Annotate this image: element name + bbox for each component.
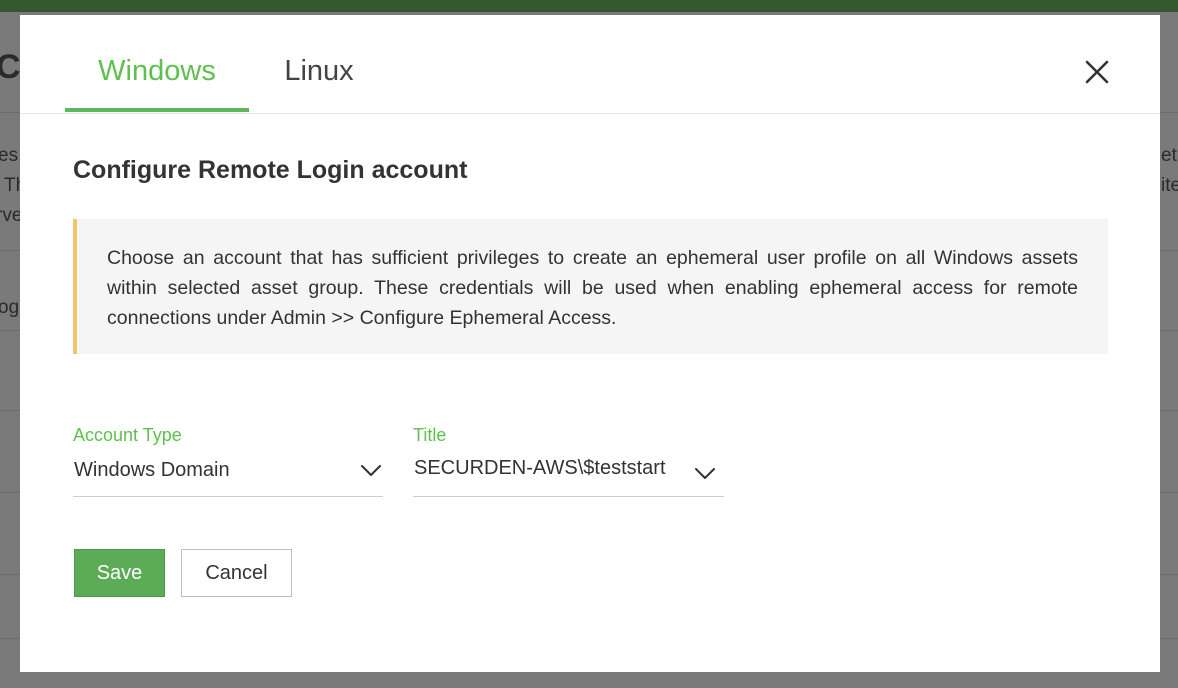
close-button[interactable] <box>1080 55 1114 89</box>
cancel-button[interactable]: Cancel <box>181 549 292 597</box>
title-select[interactable]: SECURDEN-AWS\$teststart <box>413 451 724 497</box>
account-type-label: Account Type <box>73 425 182 445</box>
background-text-fragment: es <box>0 145 19 166</box>
title-value: SECURDEN-AWS\$teststart <box>414 457 666 479</box>
remote-login-modal: Windows Linux Configure Remote Login acc… <box>20 15 1160 672</box>
tab-bar: Windows Linux <box>20 15 1160 114</box>
account-type-value: Windows Domain <box>74 459 230 481</box>
tab-windows[interactable]: Windows <box>65 55 249 88</box>
title-label: Title <box>413 425 447 445</box>
background-text-fragment: ite <box>1161 175 1178 196</box>
top-bar <box>0 0 1178 12</box>
info-callout: Choose an account that has sufficient pr… <box>73 219 1108 354</box>
save-button[interactable]: Save <box>74 549 165 597</box>
background-text-fragment: et <box>1161 145 1177 166</box>
info-text: Choose an account that has sufficient pr… <box>107 247 1078 329</box>
tab-linux[interactable]: Linux <box>269 55 369 88</box>
modal-title: Configure Remote Login account <box>73 156 468 184</box>
active-tab-indicator <box>65 108 249 112</box>
close-icon <box>1085 60 1109 84</box>
account-type-select[interactable]: Windows Domain <box>73 451 383 497</box>
chevron-down-icon <box>361 465 381 476</box>
chevron-down-icon <box>695 468 715 479</box>
background-text-fragment: og <box>0 297 20 318</box>
